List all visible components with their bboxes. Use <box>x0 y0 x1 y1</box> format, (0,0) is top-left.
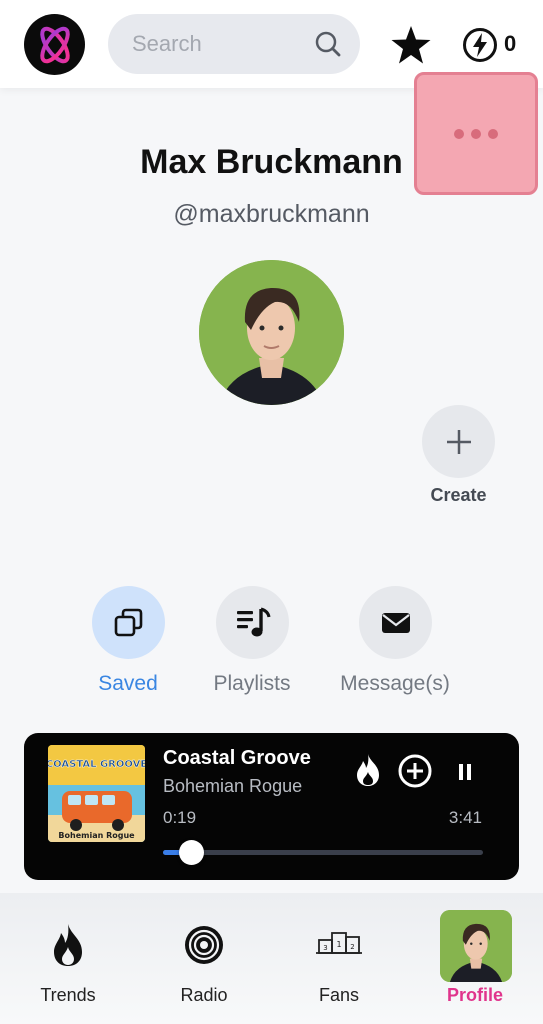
album-cover[interactable]: COASTAL GROOVE Bohemian Rogue <box>48 745 145 842</box>
profile-avatar[interactable] <box>199 260 344 405</box>
profile-name: Max Bruckmann <box>140 143 403 181</box>
nav-trends[interactable]: Trends <box>8 893 128 1024</box>
playlist-music-icon <box>236 607 270 636</box>
playlists-circle[interactable] <box>216 586 289 659</box>
saved-button[interactable]: Saved <box>58 586 198 706</box>
track-artist[interactable]: Bohemian Rogue <box>163 776 302 797</box>
playlists-button[interactable]: Playlists <box>182 586 322 706</box>
app-logo-icon[interactable] <box>24 14 85 75</box>
progress-handle[interactable] <box>179 840 204 865</box>
messages-button[interactable]: Message(s) <box>325 586 465 706</box>
search-bar[interactable] <box>108 14 360 74</box>
nav-fans-label: Fans <box>318 985 360 1005</box>
cover-title-text: COASTAL GROOVE <box>48 759 145 770</box>
podium-third-digit: 3 <box>323 944 327 952</box>
podium-icon: 1 3 2 <box>316 932 362 954</box>
mini-player[interactable]: COASTAL GROOVE Bohemian Rogue Coastal Gr… <box>24 733 519 880</box>
flame-icon <box>54 924 82 966</box>
search-input[interactable] <box>132 14 312 74</box>
total-time: 3:41 <box>448 808 482 827</box>
create-label: Create <box>430 485 487 505</box>
envelope-icon <box>381 612 410 633</box>
progress-bar[interactable] <box>163 840 483 865</box>
nav-radio[interactable]: Radio <box>144 893 264 1024</box>
saved-circle[interactable] <box>92 586 165 659</box>
nav-fans[interactable]: 1 3 2 Fans <box>279 893 399 1024</box>
fire-icon[interactable] <box>354 753 382 787</box>
profile-avatar-thumbnail <box>440 910 512 982</box>
current-time: 0:19 <box>163 808 197 827</box>
nav-trends-label: Trends <box>40 985 96 1005</box>
energy-count: 0 <box>504 31 517 56</box>
messages-label: Message(s) <box>340 672 450 695</box>
track-title: Coastal Groove <box>163 747 311 769</box>
nav-profile[interactable]: Profile <box>415 893 535 1024</box>
pause-icon[interactable] <box>454 761 476 783</box>
cover-artist-text: Bohemian Rogue <box>58 831 135 840</box>
podium-second-digit: 2 <box>350 943 354 951</box>
more-options-dot <box>488 128 498 139</box>
bottom-navigation: Trends Radio 1 3 2 Fans Profile <box>0 893 543 1024</box>
nav-radio-label: Radio <box>180 985 228 1005</box>
nav-profile-label: Profile <box>446 985 503 1005</box>
create-button[interactable] <box>422 405 495 478</box>
more-options-dot <box>471 128 481 139</box>
lightning-bolt-icon[interactable] <box>462 27 498 63</box>
search-icon[interactable] <box>314 30 342 58</box>
star-icon[interactable] <box>390 24 432 66</box>
copy-stack-icon <box>114 608 142 636</box>
playlists-label: Playlists <box>213 672 291 695</box>
podium-first-digit: 1 <box>336 940 341 949</box>
plus-icon <box>446 429 471 454</box>
more-options-icon <box>454 128 464 139</box>
radio-broadcast-icon <box>185 926 223 964</box>
profile-handle: @maxbruckmann <box>173 200 370 228</box>
add-circle-icon[interactable] <box>398 754 432 788</box>
saved-label: Saved <box>98 672 158 695</box>
messages-circle[interactable] <box>359 586 432 659</box>
